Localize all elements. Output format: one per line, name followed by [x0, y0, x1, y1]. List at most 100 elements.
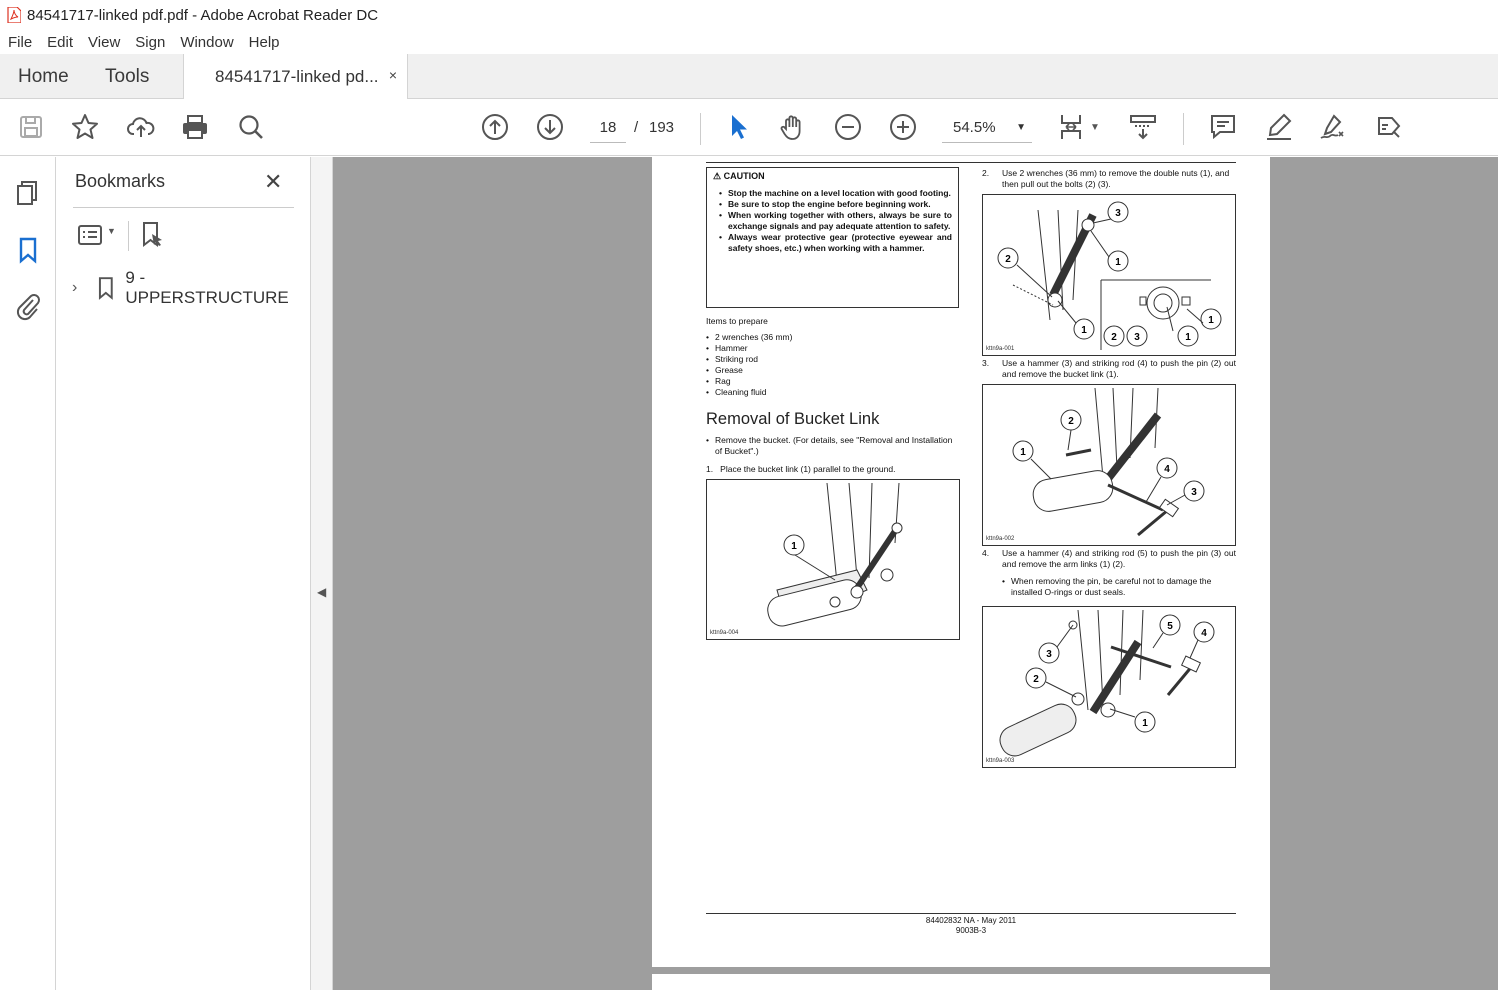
window-title: 84541717-linked pdf.pdf - Adobe Acrobat … — [27, 6, 379, 24]
step-1: 1. Place the bucket link (1) parallel to… — [706, 464, 896, 475]
zoom-out-icon[interactable] — [831, 110, 865, 144]
footer-rule — [706, 913, 1236, 914]
bookmark-label: 9 - UPPERSTRUCTURE — [125, 268, 289, 307]
menu-file[interactable]: File — [8, 34, 32, 51]
attachments-icon[interactable] — [13, 291, 43, 321]
item: Cleaning fluid — [706, 387, 959, 398]
search-icon[interactable] — [234, 110, 268, 144]
toolbar: 18 / 193 54.5% ▼ ▼ — [0, 99, 1498, 156]
step-text: Use a hammer (3) and striking rod (4) to… — [1002, 358, 1236, 380]
items-section: Items to prepare 2 wrenches (36 mm) Hamm… — [706, 316, 959, 398]
figure-code: kttn9a-003 — [986, 758, 1015, 765]
next-pdf-page — [652, 974, 1270, 990]
section-bullet: Remove the bucket. (For details, see "Re… — [706, 435, 959, 457]
callout-3: 3 — [1115, 208, 1121, 219]
step-4-note: When removing the pin, be careful not to… — [1002, 576, 1236, 598]
step-3: 3. Use a hammer (3) and striking rod (4)… — [982, 358, 1236, 380]
panel-collapse-handle[interactable]: ◀ — [311, 157, 333, 990]
figure-bucket-link: 1 kttn9a-004 — [706, 479, 960, 640]
tab-home[interactable]: Home — [18, 66, 69, 88]
step-number: 4. — [982, 548, 990, 558]
callout-1: 1 — [1115, 257, 1121, 268]
bookmark-item[interactable]: › 9 - UPPERSTRUCTURE — [72, 268, 310, 307]
page-number-input[interactable]: 18 — [590, 115, 626, 143]
chevron-down-icon: ▼ — [1016, 122, 1026, 133]
step-2: 2. Use 2 wrenches (36 mm) to remove the … — [982, 168, 1236, 190]
item: 2 wrenches (36 mm) — [706, 332, 959, 343]
figure-arm-links: 3 2 5 4 1 kttn9a-003 — [982, 606, 1236, 768]
page-total: 193 — [649, 119, 675, 136]
fill-sign-icon[interactable] — [1316, 110, 1350, 144]
footer-doc-number: 84402832 NA - May 2011 — [925, 916, 1017, 925]
scroll-mode-icon[interactable] — [1126, 110, 1160, 144]
callout-3: 3 — [1046, 649, 1052, 660]
tab-document[interactable]: 84541717-linked pd... × — [183, 54, 408, 100]
new-bookmark-icon[interactable] — [139, 220, 167, 248]
page-thumbnails-icon[interactable] — [13, 177, 43, 207]
menu-window[interactable]: Window — [180, 34, 233, 51]
left-rail — [0, 157, 56, 990]
figure-drawing: 2 1 4 3 — [1012, 387, 1205, 537]
tab-tools[interactable]: Tools — [105, 66, 149, 88]
caution-box: ⚠ CAUTION Stop the machine on a level lo… — [706, 167, 959, 308]
upload-cloud-icon[interactable] — [124, 110, 158, 144]
previous-page-icon[interactable] — [478, 110, 512, 144]
title-bar: 84541717-linked pdf.pdf - Adobe Acrobat … — [0, 0, 1498, 30]
tab-document-label: 84541717-linked pd... — [215, 67, 379, 86]
bookmark-star-icon[interactable] — [68, 110, 102, 144]
callout-4: 4 — [1164, 464, 1170, 475]
items-heading: Items to prepare — [706, 316, 768, 326]
step-text: Use a hammer (4) and striking rod (5) to… — [1002, 548, 1236, 570]
menu-bar: File Edit View Sign Window Help — [0, 30, 1498, 54]
menu-view[interactable]: View — [88, 34, 120, 51]
figure-drawing: 1 — [767, 482, 903, 627]
chevron-right-icon[interactable]: › — [72, 279, 90, 297]
tab-bar: Home Tools 84541717-linked pd... × — [0, 54, 1498, 100]
page-fit-dropdown-icon[interactable]: ▼ — [1085, 110, 1105, 144]
menu-edit[interactable]: Edit — [47, 34, 73, 51]
note-bullet: When removing the pin, be careful not to… — [1002, 576, 1236, 598]
callout-1: 1 — [791, 541, 797, 552]
figure-code: kttn9a-001 — [986, 346, 1015, 353]
divider — [128, 221, 129, 251]
select-cursor-icon[interactable] — [721, 110, 755, 144]
bookmarks-icon[interactable] — [13, 235, 43, 265]
figure-bucket-pin: 2 1 4 3 kttn9a-002 — [982, 384, 1236, 546]
zoom-select[interactable]: 54.5% ▼ — [942, 115, 1032, 143]
print-icon[interactable] — [178, 110, 212, 144]
close-panel-icon[interactable]: ✕ — [264, 169, 282, 195]
hand-tool-icon[interactable] — [776, 110, 810, 144]
callout-2: 2 — [1005, 254, 1011, 265]
comment-icon[interactable] — [1206, 110, 1240, 144]
figure-code: kttn9a-004 — [710, 630, 739, 637]
callout-1: 1 — [1142, 718, 1148, 729]
caution-title: CAUTION — [723, 171, 765, 181]
more-tools-icon[interactable] — [1372, 110, 1406, 144]
menu-sign[interactable]: Sign — [135, 34, 165, 51]
zoom-in-icon[interactable] — [886, 110, 920, 144]
toolbar-divider — [700, 113, 701, 145]
callout-2: 2 — [1111, 332, 1117, 343]
highlight-pen-icon[interactable] — [1262, 110, 1296, 144]
next-page-icon[interactable] — [533, 110, 567, 144]
document-viewer[interactable]: ⚠ CAUTION Stop the machine on a level lo… — [333, 157, 1498, 990]
menu-help[interactable]: Help — [249, 34, 280, 51]
caution-item: Stop the machine on a level location wit… — [719, 188, 952, 199]
page-fit-icon[interactable] — [1055, 110, 1089, 144]
chevron-left-icon: ◀ — [317, 585, 327, 599]
item: Grease — [706, 365, 959, 376]
bookmarks-title: Bookmarks — [75, 171, 166, 191]
close-tab-icon[interactable]: × — [389, 67, 397, 83]
acrobat-icon — [7, 7, 21, 23]
figure-code: kttn9a-002 — [986, 536, 1015, 543]
chevron-down-icon[interactable]: ▼ — [107, 226, 116, 236]
section-intro: Remove the bucket. (For details, see "Re… — [706, 435, 959, 475]
bookmark-options-icon[interactable] — [77, 222, 103, 248]
bookmark-icon — [98, 277, 113, 300]
callout-2: 2 — [1033, 674, 1039, 685]
callout-5: 5 — [1167, 621, 1173, 632]
save-icon[interactable] — [14, 110, 48, 144]
footer-page-id: 9003B-3 — [955, 926, 987, 935]
section-title: Removal of Bucket Link — [706, 410, 880, 428]
page-top-rule — [706, 162, 1236, 163]
